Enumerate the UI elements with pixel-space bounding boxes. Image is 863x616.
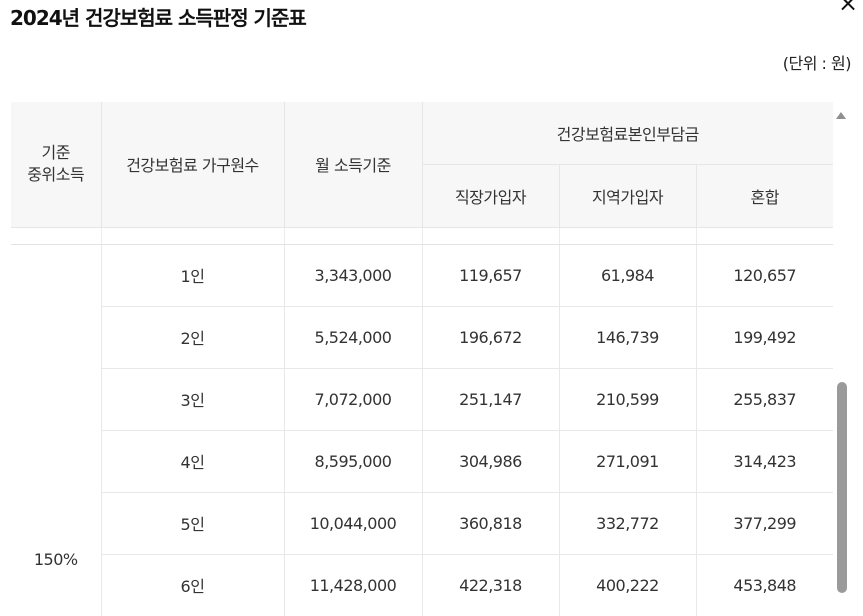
previous-rows [11,227,833,245]
scrollbar-thumb[interactable] [837,382,847,593]
mixed-premium-cell: 377,299 [695,492,833,555]
header-monthly-income: 월 소득기준 [283,102,422,228]
table-row: 3인 7,072,000 251,147 210,599 255,837 [11,368,833,431]
employee-premium-cell: 360,818 [421,492,559,555]
header-mixed: 혼합 [695,164,833,228]
unit-label: (단위 : 원) [782,54,852,73]
income-table-container[interactable]: 기준 중위소득 건강보험료 가구원수 월 소득기준 건강보험료본인부담금 직장가… [11,102,833,616]
scroll-up-arrow-icon[interactable] [836,112,846,119]
regional-premium-cell: 146,739 [558,306,696,369]
monthly-income-cell: 3,343,000 [283,244,422,307]
table-header: 기준 중위소득 건강보험료 가구원수 월 소득기준 건강보험료본인부담금 직장가… [11,102,833,228]
table-row: 150% 1인 3,343,000 119,657 61,984 120,657 [11,244,833,616]
household-members-cell: 4인 [100,430,284,493]
mixed-premium-cell: 255,837 [695,368,833,431]
monthly-income-cell: 11,428,000 [283,554,422,616]
household-members-cell: 5인 [100,492,284,555]
monthly-income-cell: 8,595,000 [283,430,422,493]
cut-off-row [11,227,833,245]
header-household-members: 건강보험료 가구원수 [100,102,284,228]
monthly-income-cell: 5,524,000 [283,306,422,369]
median-income-level: 150% [11,244,101,616]
employee-premium-cell: 304,986 [421,430,559,493]
table-body: 150% 1인 3,343,000 119,657 61,984 120,657 2인 5,5… [11,244,833,616]
household-members-cell: 3인 [100,368,284,431]
table-row: 4인 8,595,000 304,986 271,091 314,423 [11,430,833,493]
employee-premium-cell: 251,147 [421,368,559,431]
employee-premium-cell: 422,318 [421,554,559,616]
household-members-cell: 1인 [100,244,284,307]
monthly-income-cell: 7,072,000 [283,368,422,431]
regional-premium-cell: 210,599 [558,368,696,431]
regional-premium-cell: 271,091 [558,430,696,493]
close-icon[interactable]: × [838,0,858,15]
regional-premium-cell: 61,984 [558,244,696,307]
table-row: 5인 10,044,000 360,818 332,772 377,299 [11,492,833,555]
monthly-income-cell: 10,044,000 [283,492,422,555]
table-row: 6인 11,428,000 422,318 400,222 453,848 [11,554,833,616]
income-table: 기준 중위소득 건강보험료 가구원수 월 소득기준 건강보험료본인부담금 직장가… [11,102,833,616]
mixed-premium-cell: 199,492 [695,306,833,369]
regional-premium-cell: 332,772 [558,492,696,555]
header-premium-group: 건강보험료본인부담금 [421,102,833,165]
household-members-cell: 2인 [100,306,284,369]
household-members-cell: 6인 [100,554,284,616]
header-median-income: 기준 중위소득 [11,102,101,228]
employee-premium-cell: 119,657 [421,244,559,307]
header-regional: 지역가입자 [558,164,696,228]
mixed-premium-cell: 314,423 [695,430,833,493]
mixed-premium-cell: 453,848 [695,554,833,616]
page-title: 2024년 건강보험료 소득판정 기준표 [10,6,307,30]
mixed-premium-cell: 120,657 [695,244,833,307]
regional-premium-cell: 400,222 [558,554,696,616]
employee-premium-cell: 196,672 [421,306,559,369]
header-employee: 직장가입자 [421,164,559,228]
table-row: 2인 5,524,000 196,672 146,739 199,492 [11,306,833,369]
